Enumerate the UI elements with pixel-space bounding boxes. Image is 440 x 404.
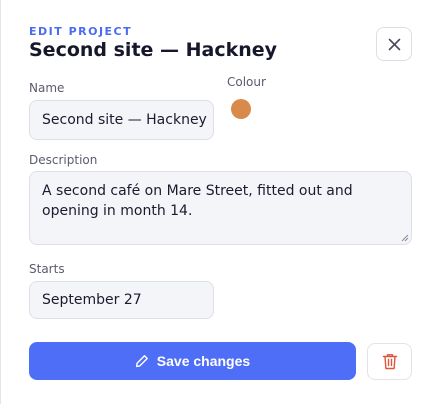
- colour-label: Colour: [227, 75, 266, 89]
- description-label: Description: [29, 153, 98, 167]
- resize-handle-icon[interactable]: [401, 234, 409, 242]
- pencil-icon: [135, 355, 148, 368]
- close-button[interactable]: [376, 27, 412, 61]
- dialog-title: Second site — Hackney: [29, 39, 278, 61]
- colour-swatch[interactable]: [231, 99, 251, 119]
- dialog-eyebrow: EDIT PROJECT: [29, 25, 133, 38]
- description-text: A second café on Mare Street, fitted out…: [42, 183, 353, 219]
- starts-label: Starts: [29, 262, 65, 276]
- panel-border: [0, 0, 1, 404]
- save-changes-label: Save changes: [156, 353, 251, 369]
- save-changes-button[interactable]: Save changes: [29, 342, 356, 380]
- name-input[interactable]: Second site — Hackney: [29, 100, 214, 140]
- name-label: Name: [29, 81, 65, 95]
- trash-icon: [382, 354, 397, 370]
- delete-button[interactable]: [367, 343, 412, 380]
- close-icon: [388, 38, 400, 50]
- description-textarea[interactable]: A second café on Mare Street, fitted out…: [29, 171, 412, 245]
- starts-date-input[interactable]: September 27: [29, 281, 214, 319]
